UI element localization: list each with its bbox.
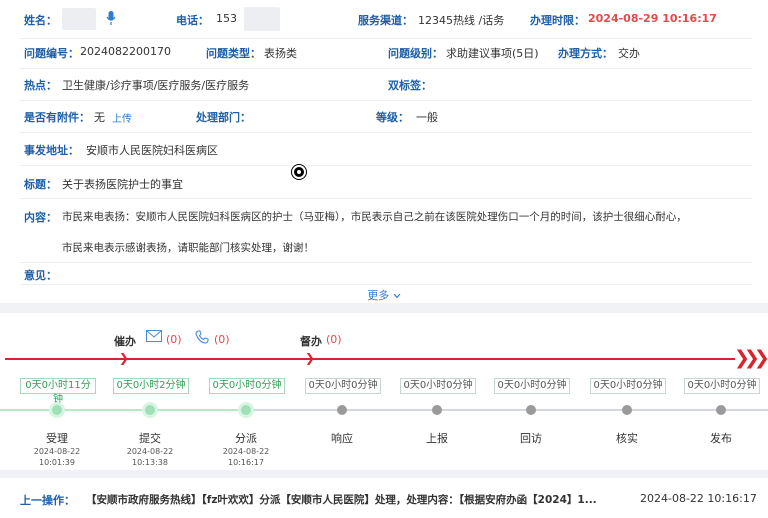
last-op-time: 2024-08-22 10:16:17 — [640, 492, 757, 505]
dept-label: 处理部门： — [196, 111, 251, 124]
issue-no-label: 问题编号： — [24, 47, 79, 60]
triple-chevron-icon: ❯❯❯ — [734, 347, 768, 369]
stage-duration: 0天0小时0分钟 — [494, 378, 570, 394]
stage-duration: 0天0小时0分钟 — [209, 378, 285, 394]
address-label: 事发地址： — [24, 144, 79, 157]
stage-dot — [622, 405, 632, 415]
stage-time: 2024-08-22 10:13:38 — [126, 447, 174, 467]
stage-name: 响应 — [331, 432, 353, 445]
supervise-count: (0) — [326, 333, 342, 346]
urge-marker-icon: ❯ — [119, 351, 130, 365]
handle-mode-label: 办理方式： — [558, 47, 613, 60]
stage-name: 核实 — [616, 432, 638, 445]
stage-dot — [241, 405, 251, 415]
name-value-masked — [62, 8, 96, 30]
attachment-label: 是否有附件： — [24, 111, 90, 124]
mail-icon[interactable] — [146, 330, 162, 345]
urge-label: 催办 — [114, 335, 136, 348]
last-op-text[interactable]: 【安顺市政府服务热线】【fz叶欢欢】分派【安顺市人民医院】处理，处理内容：【根据… — [86, 492, 597, 507]
stage-dot — [52, 405, 62, 415]
content-line-2: 市民来电表示感谢表扬，请职能部门核实处理，谢谢！ — [62, 242, 314, 254]
attachment-value: 无 — [94, 111, 105, 124]
channel-label: 服务渠道： — [358, 14, 413, 27]
supervise-label: 督办 — [300, 335, 322, 348]
content-label: 内容： — [24, 211, 57, 224]
cursor-icon — [292, 165, 306, 179]
stage-dot — [432, 405, 442, 415]
stage-dot — [526, 405, 536, 415]
process-flow-panel: 催办 (0) (0) 督办 (0) ❯ ❯ ❯❯❯ 0天0小时11分钟受理 202… — [0, 313, 768, 470]
more-label[interactable]: 更多 — [367, 289, 389, 302]
opinion-row: 意见： — [20, 262, 752, 285]
last-op-label: 上一操作： — [20, 494, 75, 507]
grade-label: 等级： — [376, 111, 409, 124]
issue-meta-row: 问题编号： 2024082200170 问题类型： 表扬类 问题级别： 求助建议… — [20, 38, 752, 69]
caller-row: 姓名： 电话： 153 服务渠道： 12345热线 /话务 办理时限： 2024… — [20, 0, 752, 39]
content-row: 内容： 市民来电表扬：安顺市人民医院妇科医病区的护士（马亚梅），市民表示自己之前… — [20, 198, 752, 263]
handle-mode-value: 交办 — [618, 47, 640, 60]
mic-icon[interactable] — [106, 10, 116, 29]
opinion-label: 意见： — [24, 269, 57, 282]
stage-name: 回访 — [520, 432, 542, 445]
stage-time: 2024-08-22 10:16:17 — [222, 447, 270, 467]
title-value: 关于表扬医院护士的事宜 — [62, 178, 183, 191]
hotspot-value: 卫生健康/诊疗事项/医疗服务/医疗服务 — [62, 79, 250, 92]
issue-no-value: 2024082200170 — [80, 45, 171, 58]
grade-value: 一般 — [416, 111, 438, 124]
stage-dot — [716, 405, 726, 415]
stage-name: 提交 — [139, 432, 161, 445]
title-label: 标题： — [24, 178, 57, 191]
timeline-progress — [0, 409, 256, 411]
supervise-marker-icon: ❯ — [305, 351, 316, 365]
stage-name: 发布 — [710, 432, 732, 445]
stage-time: 2024-08-22 10:01:39 — [33, 447, 81, 467]
hotspot-label: 热点： — [24, 79, 57, 92]
content-line-1: 市民来电表扬：安顺市人民医院妇科医病区的护士（马亚梅），市民表示自己之前在该医院… — [62, 211, 687, 223]
more-toggle[interactable]: 更多 — [0, 287, 768, 303]
stage-dot — [145, 405, 155, 415]
deadline-label: 办理时限： — [530, 14, 585, 27]
address-value: 安顺市人民医院妇科医病区 — [86, 144, 218, 157]
phone-icon[interactable] — [195, 330, 209, 347]
phone-mask — [244, 7, 280, 31]
channel-value: 12345热线 /话务 — [418, 14, 505, 27]
stage-name: 上报 — [426, 432, 448, 445]
stage-duration: 0天0小时2分钟 — [113, 378, 189, 394]
double-tag-label: 双标签： — [388, 79, 432, 92]
stage-duration: 0天0小时0分钟 — [400, 378, 476, 394]
urge-phone-count: (0) — [214, 333, 230, 346]
deadline-value: 2024-08-29 10:16:17 — [588, 12, 717, 25]
address-row: 事发地址： 安顺市人民医院妇科医病区 — [20, 132, 752, 166]
urge-mail-count: (0) — [166, 333, 182, 346]
title-row: 标题： 关于表扬医院护士的事宜 — [20, 165, 752, 199]
last-operation-bar: 上一操作： 【安顺市政府服务热线】【fz叶欢欢】分派【安顺市人民医院】处理，处理… — [0, 478, 768, 518]
phone-value: 153 — [216, 12, 237, 25]
hotspot-row: 热点： 卫生健康/诊疗事项/医疗服务/医疗服务 双标签： — [20, 68, 752, 101]
stage-dot — [337, 405, 347, 415]
chevron-down-icon[interactable] — [393, 293, 401, 299]
issue-detail-panel: 姓名： 电话： 153 服务渠道： 12345热线 /话务 办理时限： 2024… — [0, 0, 768, 303]
attachment-row: 是否有附件： 无 上传 处理部门： 等级： 一般 — [20, 100, 752, 133]
phone-label: 电话： — [176, 14, 209, 27]
name-label: 姓名： — [24, 14, 57, 27]
stage-duration: 0天0小时11分钟 — [20, 378, 96, 405]
stage-duration: 0天0小时0分钟 — [305, 378, 381, 394]
issue-level-label: 问题级别： — [388, 47, 443, 60]
issue-type-value: 表扬类 — [264, 47, 297, 60]
issue-type-label: 问题类型： — [206, 47, 261, 60]
stage-name: 分派 — [235, 432, 257, 445]
upload-link[interactable]: 上传 — [112, 110, 132, 125]
stage-duration: 0天0小时0分钟 — [684, 378, 760, 394]
supervision-line — [5, 358, 735, 360]
issue-level-value: 求助建议事项(5日) — [446, 47, 539, 60]
stage-name: 受理 — [46, 432, 68, 445]
stage-duration: 0天0小时0分钟 — [590, 378, 666, 394]
